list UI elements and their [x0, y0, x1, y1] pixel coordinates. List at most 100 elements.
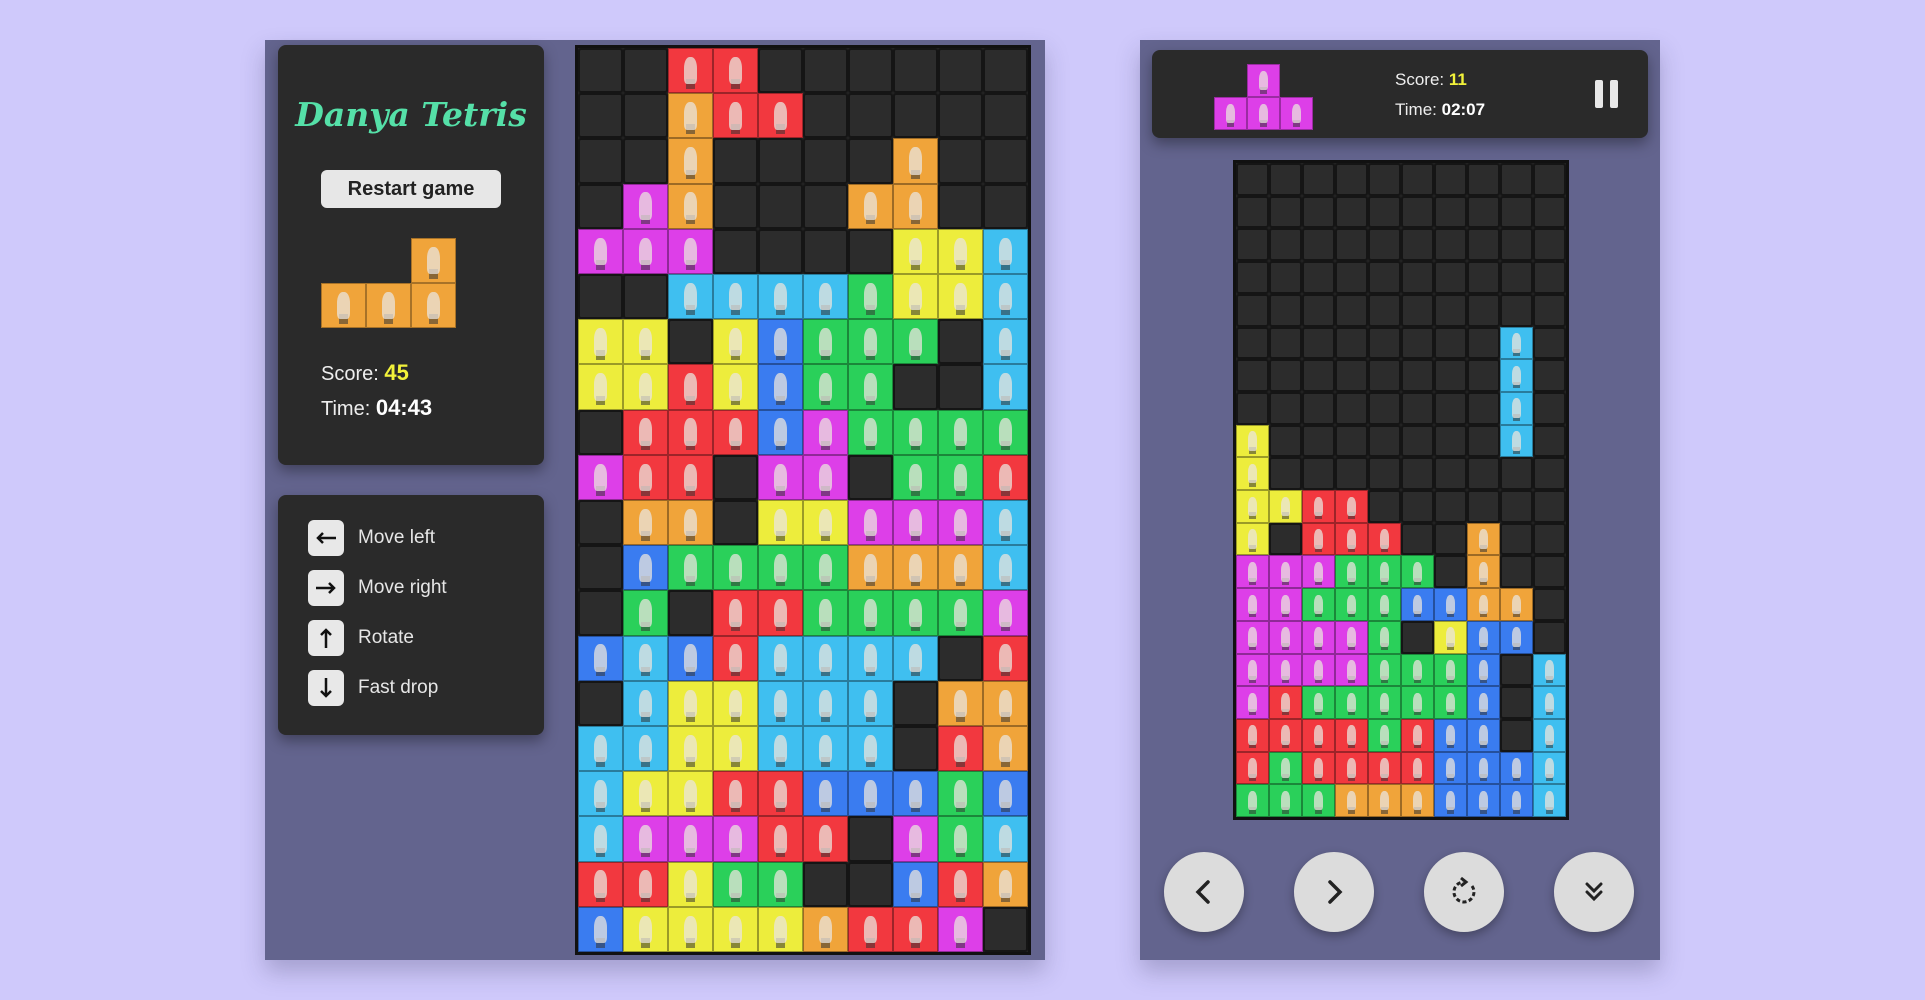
mobile-drop-button[interactable] — [1554, 852, 1634, 932]
board-empty-cell — [848, 48, 893, 94]
mobile-board-empty-cell — [1236, 228, 1269, 262]
mobile-board-block — [1401, 555, 1434, 589]
restart-button[interactable]: Restart game — [321, 170, 501, 208]
mobile-board-block — [1467, 620, 1500, 654]
control-move-left: Move left — [308, 520, 435, 556]
board-empty-cell — [758, 228, 803, 274]
board-block — [578, 364, 623, 410]
mobile-left-button[interactable] — [1164, 852, 1244, 932]
mobile-board-empty-cell — [1236, 261, 1269, 294]
mobile-board-empty-cell — [1434, 293, 1467, 327]
board-block — [623, 680, 668, 726]
time-label: Time: — [321, 398, 371, 420]
board-block — [668, 680, 713, 726]
pause-icon[interactable] — [1595, 80, 1618, 108]
board-block — [623, 500, 668, 546]
mobile-board-block — [1236, 457, 1269, 490]
board-block — [803, 319, 848, 365]
board-block — [893, 635, 938, 681]
mobile-board-block — [1236, 653, 1269, 687]
mobile-board-empty-cell — [1335, 424, 1368, 458]
board-block — [623, 545, 668, 591]
board-empty-cell — [848, 138, 893, 184]
mobile-board-block — [1335, 620, 1368, 654]
board-empty-cell — [713, 228, 758, 274]
mobile-board-empty-cell — [1368, 391, 1401, 425]
board-block — [713, 771, 758, 817]
mobile-score-value: 11 — [1448, 70, 1467, 89]
mobile-board-empty-cell — [1467, 424, 1500, 458]
mobile-board-block — [1269, 653, 1302, 687]
arrow-down-icon — [308, 670, 344, 706]
board-block — [803, 409, 848, 455]
mobile-board-block — [1302, 620, 1335, 654]
mobile-board-block — [1500, 588, 1533, 621]
board-block — [983, 771, 1028, 817]
board-block — [893, 906, 938, 952]
next-piece-block — [1247, 64, 1280, 97]
board-block — [803, 274, 848, 320]
board-block — [578, 635, 623, 681]
chevron-left-icon — [1195, 880, 1210, 904]
board-empty-cell — [938, 364, 983, 410]
mobile-board-block — [1269, 555, 1302, 589]
mobile-board-block — [1467, 686, 1500, 719]
control-label: Move left — [358, 527, 436, 548]
mobile-board-block — [1236, 555, 1269, 589]
mobile-board-block — [1335, 784, 1368, 817]
mobile-board-block — [1500, 391, 1533, 425]
board-block — [758, 274, 803, 320]
double-chevron-down-icon — [1585, 882, 1603, 902]
board-block — [668, 906, 713, 952]
board-block — [848, 409, 893, 455]
mobile-board-block — [1401, 751, 1434, 785]
board-block — [983, 680, 1028, 726]
next-piece-gap — [1214, 64, 1247, 97]
mobile-board-empty-cell — [1269, 261, 1302, 294]
mobile-board-empty-cell — [1335, 293, 1368, 327]
mobile-score-display: Score: 11 — [1395, 70, 1467, 90]
mobile-board-empty-cell — [1401, 326, 1434, 360]
board-block — [668, 274, 713, 320]
mobile-right-button[interactable] — [1294, 852, 1374, 932]
board-block — [713, 590, 758, 636]
board-block — [938, 590, 983, 636]
board-block — [758, 364, 803, 410]
board-block — [848, 274, 893, 320]
mobile-board-block — [1368, 522, 1401, 556]
board-block — [803, 454, 848, 500]
mobile-board-block — [1269, 686, 1302, 719]
board-block — [983, 726, 1028, 772]
mobile-rotate-button[interactable] — [1424, 852, 1504, 932]
mobile-board-block — [1302, 522, 1335, 556]
mobile-board-empty-cell — [1401, 195, 1434, 229]
mobile-board-block — [1302, 653, 1335, 687]
arrow-right-icon — [308, 570, 344, 606]
board-block — [578, 771, 623, 817]
board-empty-cell — [848, 861, 893, 907]
mobile-board-empty-cell — [1434, 359, 1467, 392]
board-empty-cell — [578, 274, 623, 320]
arrow-left-icon — [308, 520, 344, 556]
mobile-board-block — [1401, 588, 1434, 621]
board-block — [983, 545, 1028, 591]
mobile-board-empty-cell — [1533, 391, 1566, 425]
mobile-board-block — [1302, 686, 1335, 719]
board-block — [938, 680, 983, 726]
board-block — [623, 906, 668, 952]
mobile-board-empty-cell — [1368, 293, 1401, 327]
mobile-board-empty-cell — [1533, 457, 1566, 490]
mobile-board-block — [1236, 522, 1269, 556]
mobile-board-empty-cell — [1368, 163, 1401, 196]
board-block — [938, 500, 983, 546]
board-empty-cell — [713, 183, 758, 229]
mobile-board-empty-cell — [1434, 391, 1467, 425]
mobile-board-empty-cell — [1434, 555, 1467, 589]
mobile-board-block — [1500, 751, 1533, 785]
mobile-board-empty-cell — [1269, 293, 1302, 327]
chevron-right-icon — [1328, 880, 1343, 904]
mobile-board-block — [1302, 751, 1335, 785]
board-block — [893, 816, 938, 862]
board-block — [893, 771, 938, 817]
mobile-board-block — [1335, 751, 1368, 785]
